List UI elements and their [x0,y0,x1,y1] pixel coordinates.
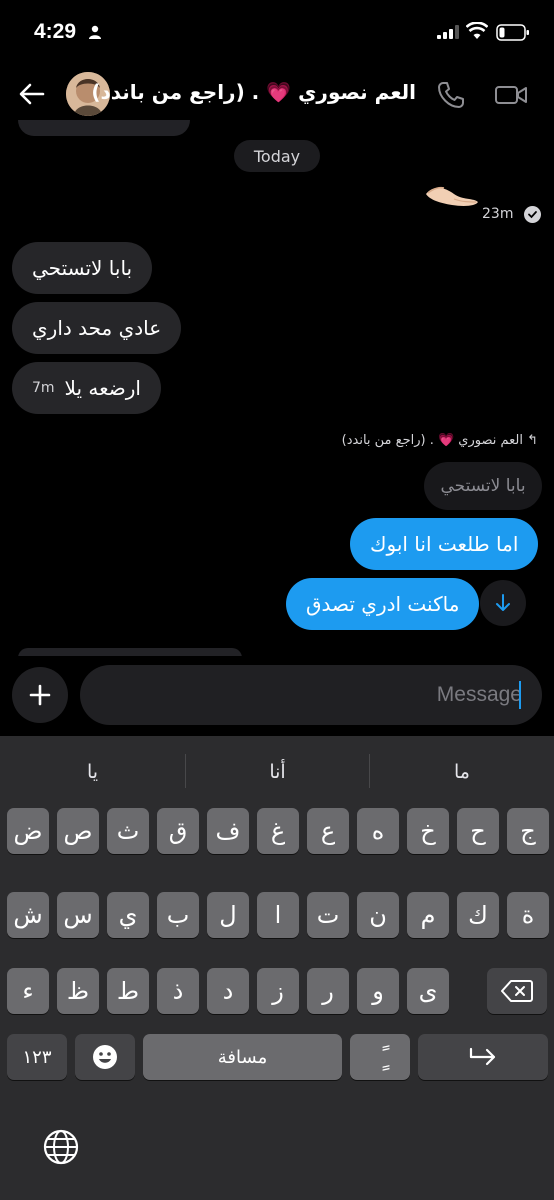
key[interactable]: ة [507,892,549,938]
outgoing-message[interactable]: ماكنت ادري تصدق [286,578,480,630]
emoji-icon [93,1045,117,1069]
key[interactable]: ب [157,892,199,938]
message-text: بابا لاتستحي [32,256,133,280]
key[interactable]: ج [507,808,549,854]
key[interactable]: ء [7,968,49,1014]
return-key[interactable] [418,1034,548,1080]
incoming-message[interactable]: ارضعه يلا 7m [12,362,161,414]
suggestion-1[interactable]: ما [370,754,554,790]
arrow-left-icon [19,83,45,105]
suggestion-divider [185,754,186,788]
arrow-down-icon [496,594,510,611]
key[interactable]: ص [57,808,99,854]
key[interactable]: ن [357,892,399,938]
message-text: ماكنت ادري تصدق [306,592,460,616]
add-attachment-button[interactable] [12,667,68,723]
message-text: اما طلعت انا ابوك [370,532,519,556]
return-arrow-icon [469,1047,496,1066]
key[interactable]: و [357,968,399,1014]
wifi-icon [466,22,488,39]
incoming-message[interactable]: بابا لاتستحي [12,242,153,294]
backspace-icon [501,980,533,1002]
key[interactable]: ط [107,968,149,1014]
emoji-key[interactable] [75,1034,135,1080]
key[interactable]: ه [357,808,399,854]
signal-icon [437,25,459,39]
key[interactable]: ك [457,892,499,938]
key[interactable]: ش [7,892,49,938]
video-call-icon[interactable] [494,80,528,110]
sent-time: 23m [482,206,514,222]
date-divider: Today [234,140,320,172]
suggestion-2[interactable]: أنا [186,754,369,790]
key[interactable]: س [57,892,99,938]
message-input[interactable] [80,665,542,725]
phone-call-icon[interactable] [434,78,468,112]
reply-to-label: ↰ العم نصوري 💗 . (راجع من باندد) [306,433,538,448]
key[interactable]: م [407,892,449,938]
plus-icon [29,684,51,706]
text-cursor [519,681,521,709]
scroll-to-bottom-button[interactable] [480,580,526,626]
key[interactable]: ق [157,808,199,854]
space-key[interactable]: مسافة [143,1034,342,1080]
reply-to-name: العم نصوري 💗 . (راجع من باندد) [341,433,523,448]
key[interactable]: ل [207,892,249,938]
key[interactable]: د [207,968,249,1014]
key[interactable]: ف [207,808,249,854]
key[interactable]: ا [257,892,299,938]
reply-arrow-icon: ↰ [522,433,538,448]
key[interactable]: ر [307,968,349,1014]
suggestion-3[interactable]: يا [0,754,185,790]
backspace-key[interactable] [487,968,547,1014]
key[interactable]: ض [7,808,49,854]
key[interactable]: ي [107,892,149,938]
message-time: 7m [32,380,55,396]
battery-icon [496,24,529,41]
key[interactable]: ح [457,808,499,854]
person-icon [89,25,101,39]
key[interactable]: ز [257,968,299,1014]
key[interactable]: ث [107,808,149,854]
contact-name[interactable]: العم نصوري 💗 . (راجع من باندد) [91,80,416,104]
key[interactable]: ظ [57,968,99,1014]
key[interactable]: ذ [157,968,199,1014]
suggestion-divider [369,754,370,788]
incoming-message[interactable]: عادي محد داري [12,302,182,354]
key[interactable]: ت [307,892,349,938]
key[interactable]: غ [257,808,299,854]
reply-quote-bubble[interactable]: بابا لاتستحي [424,462,542,510]
message-text: ارضعه يلا [64,376,141,400]
key[interactable]: ع [307,808,349,854]
emoji-message[interactable] [424,178,480,208]
back-button[interactable] [14,78,50,110]
key[interactable]: ى [407,968,449,1014]
outgoing-message[interactable]: اما طلعت انا ابوك [350,518,539,570]
partial-message-bubble [18,120,190,136]
message-text: عادي محد داري [32,316,162,340]
diacritic-key[interactable]: ًٍ [350,1034,410,1080]
status-time: 4:29 [34,20,77,43]
read-receipt-icon [524,206,541,223]
globe-icon[interactable] [42,1128,80,1166]
palm-up-hand-icon [426,186,478,206]
key[interactable]: خ [407,808,449,854]
numbers-key[interactable]: ١٢٣ [7,1034,67,1080]
